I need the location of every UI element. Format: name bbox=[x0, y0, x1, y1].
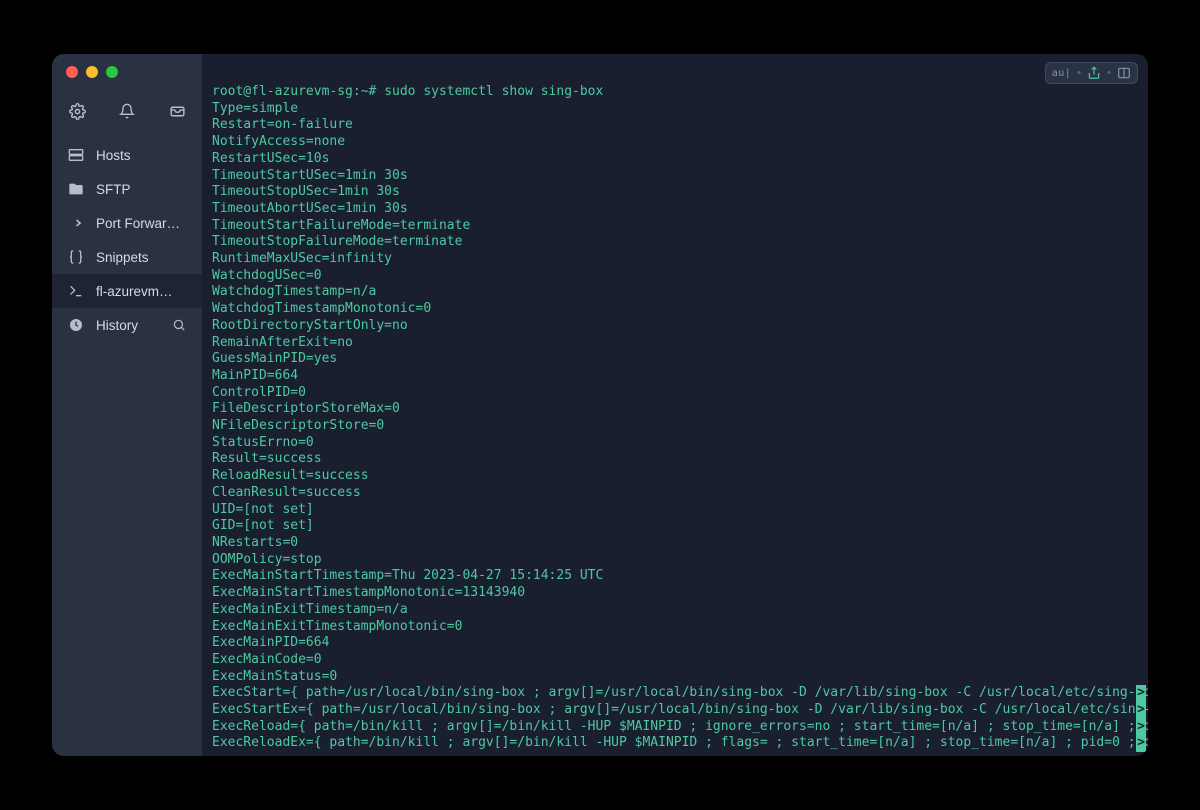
terminal-line: ExecStartEx={ path=/usr/local/bin/sing-b… bbox=[212, 702, 1148, 719]
terminal-line: MainPID=664 bbox=[212, 368, 1148, 385]
terminal-line: ExecReload={ path=/bin/kill ; argv[]=/bi… bbox=[212, 719, 1148, 736]
terminal-line: Restart=on-failure bbox=[212, 117, 1148, 134]
arrow-right-icon bbox=[68, 215, 84, 231]
gear-icon bbox=[69, 103, 86, 120]
share-button[interactable] bbox=[1087, 66, 1101, 80]
terminal-line: RootDirectoryStartOnly=no bbox=[212, 318, 1148, 335]
terminal-line: StatusErrno=0 bbox=[212, 435, 1148, 452]
nav-port-forwarding[interactable]: Port Forwarding bbox=[52, 206, 202, 240]
terminal-line: WatchdogTimestamp=n/a bbox=[212, 284, 1148, 301]
terminal-line: NRestarts=0 bbox=[212, 535, 1148, 552]
sidebar-top-icons bbox=[52, 94, 202, 138]
terminal-line: ExecStart={ path=/usr/local/bin/sing-box… bbox=[212, 685, 1148, 702]
terminal-line: ExecMainStartTimestampMonotonic=13143940 bbox=[212, 585, 1148, 602]
search-icon bbox=[172, 318, 186, 332]
terminal-line: TimeoutStartUSec=1min 30s bbox=[212, 168, 1148, 185]
terminal-line: ExecMainPID=664 bbox=[212, 635, 1148, 652]
app-window: Hosts SFTP Port Forwarding Snippets fl-a bbox=[52, 54, 1148, 756]
nav-label: Hosts bbox=[96, 148, 131, 163]
nav-label: Snippets bbox=[96, 250, 149, 265]
clock-icon bbox=[68, 317, 84, 333]
terminal-pane[interactable]: au| • • root@fl-azurevm-sg:~# sudo syste… bbox=[202, 54, 1148, 756]
toolbar-indicator: au| bbox=[1052, 68, 1072, 79]
terminal-line: WatchdogTimestampMonotonic=0 bbox=[212, 301, 1148, 318]
bell-icon bbox=[119, 103, 135, 119]
terminal-line: ExecMainExitTimestampMonotonic=0 bbox=[212, 619, 1148, 636]
prompt: root@fl-azurevm-sg:~# bbox=[212, 84, 384, 99]
terminal-line: ExecReloadEx={ path=/bin/kill ; argv[]=/… bbox=[212, 735, 1148, 752]
nav-snippets[interactable]: Snippets bbox=[52, 240, 202, 274]
maximize-window-button[interactable] bbox=[106, 66, 118, 78]
terminal-line: ExecMainStatus=0 bbox=[212, 669, 1148, 686]
terminal-output[interactable]: root@fl-azurevm-sg:~# sudo systemctl sho… bbox=[212, 84, 1148, 756]
terminal-line: GID=[not set] bbox=[212, 518, 1148, 535]
split-icon bbox=[1117, 66, 1131, 80]
terminal-toolbar: au| • • bbox=[1045, 62, 1138, 84]
window-controls bbox=[66, 66, 118, 78]
terminal-line: Type=simple bbox=[212, 101, 1148, 118]
notifications-button[interactable] bbox=[118, 102, 136, 120]
terminal-line: CleanResult=success bbox=[212, 485, 1148, 502]
server-icon bbox=[68, 147, 84, 163]
terminal-line: ControlPID=0 bbox=[212, 385, 1148, 402]
terminal-line: FileDescriptorStoreMax=0 bbox=[212, 401, 1148, 418]
folder-icon bbox=[68, 181, 84, 197]
terminal-line: ExecMainCode=0 bbox=[212, 652, 1148, 669]
nav-label: fl-azurevm… bbox=[96, 284, 173, 299]
nav-hosts[interactable]: Hosts bbox=[52, 138, 202, 172]
terminal-line: ExecMainStartTimestamp=Thu 2023-04-27 15… bbox=[212, 568, 1148, 585]
settings-button[interactable] bbox=[68, 102, 86, 120]
share-icon bbox=[1087, 66, 1101, 80]
close-window-button[interactable] bbox=[66, 66, 78, 78]
terminal-line: ReloadResult=success bbox=[212, 468, 1148, 485]
braces-icon bbox=[68, 249, 84, 265]
terminal-line: RestartUSec=10s bbox=[212, 151, 1148, 168]
nav-sftp[interactable]: SFTP bbox=[52, 172, 202, 206]
terminal-line: TimeoutAbortUSec=1min 30s bbox=[212, 201, 1148, 218]
terminal-line: UID=[not set] bbox=[212, 502, 1148, 519]
split-pane-button[interactable] bbox=[1117, 66, 1131, 80]
nav-session-fl-azurevm[interactable]: fl-azurevm… bbox=[52, 274, 202, 308]
sidebar: Hosts SFTP Port Forwarding Snippets fl-a bbox=[52, 54, 202, 756]
terminal-line: TimeoutStopUSec=1min 30s bbox=[212, 184, 1148, 201]
terminal-line: GuessMainPID=yes bbox=[212, 351, 1148, 368]
nav-label: SFTP bbox=[96, 182, 131, 197]
terminal-line: Result=success bbox=[212, 451, 1148, 468]
terminal-line: RuntimeMaxUSec=infinity bbox=[212, 251, 1148, 268]
terminal-line: NFileDescriptorStore=0 bbox=[212, 418, 1148, 435]
terminal-line: TimeoutStartFailureMode=terminate bbox=[212, 218, 1148, 235]
inbox-icon bbox=[169, 103, 186, 120]
nav-history[interactable]: History bbox=[52, 308, 202, 342]
terminal-line: root@fl-azurevm-sg:~# sudo systemctl sho… bbox=[212, 84, 1148, 101]
terminal-icon bbox=[68, 283, 84, 299]
terminal-line: ExecMainExitTimestamp=n/a bbox=[212, 602, 1148, 619]
minimize-window-button[interactable] bbox=[86, 66, 98, 78]
command: sudo systemctl show sing-box bbox=[384, 84, 603, 99]
terminal-line: OOMPolicy=stop bbox=[212, 552, 1148, 569]
terminal-line: NotifyAccess=none bbox=[212, 134, 1148, 151]
terminal-line: RemainAfterExit=no bbox=[212, 335, 1148, 352]
terminal-line: WatchdogUSec=0 bbox=[212, 268, 1148, 285]
nav-label: History bbox=[96, 318, 138, 333]
inbox-button[interactable] bbox=[168, 102, 186, 120]
search-history-button[interactable] bbox=[172, 318, 186, 332]
nav-label: Port Forwarding bbox=[96, 216, 186, 231]
terminal-line: TimeoutStopFailureMode=terminate bbox=[212, 234, 1148, 251]
